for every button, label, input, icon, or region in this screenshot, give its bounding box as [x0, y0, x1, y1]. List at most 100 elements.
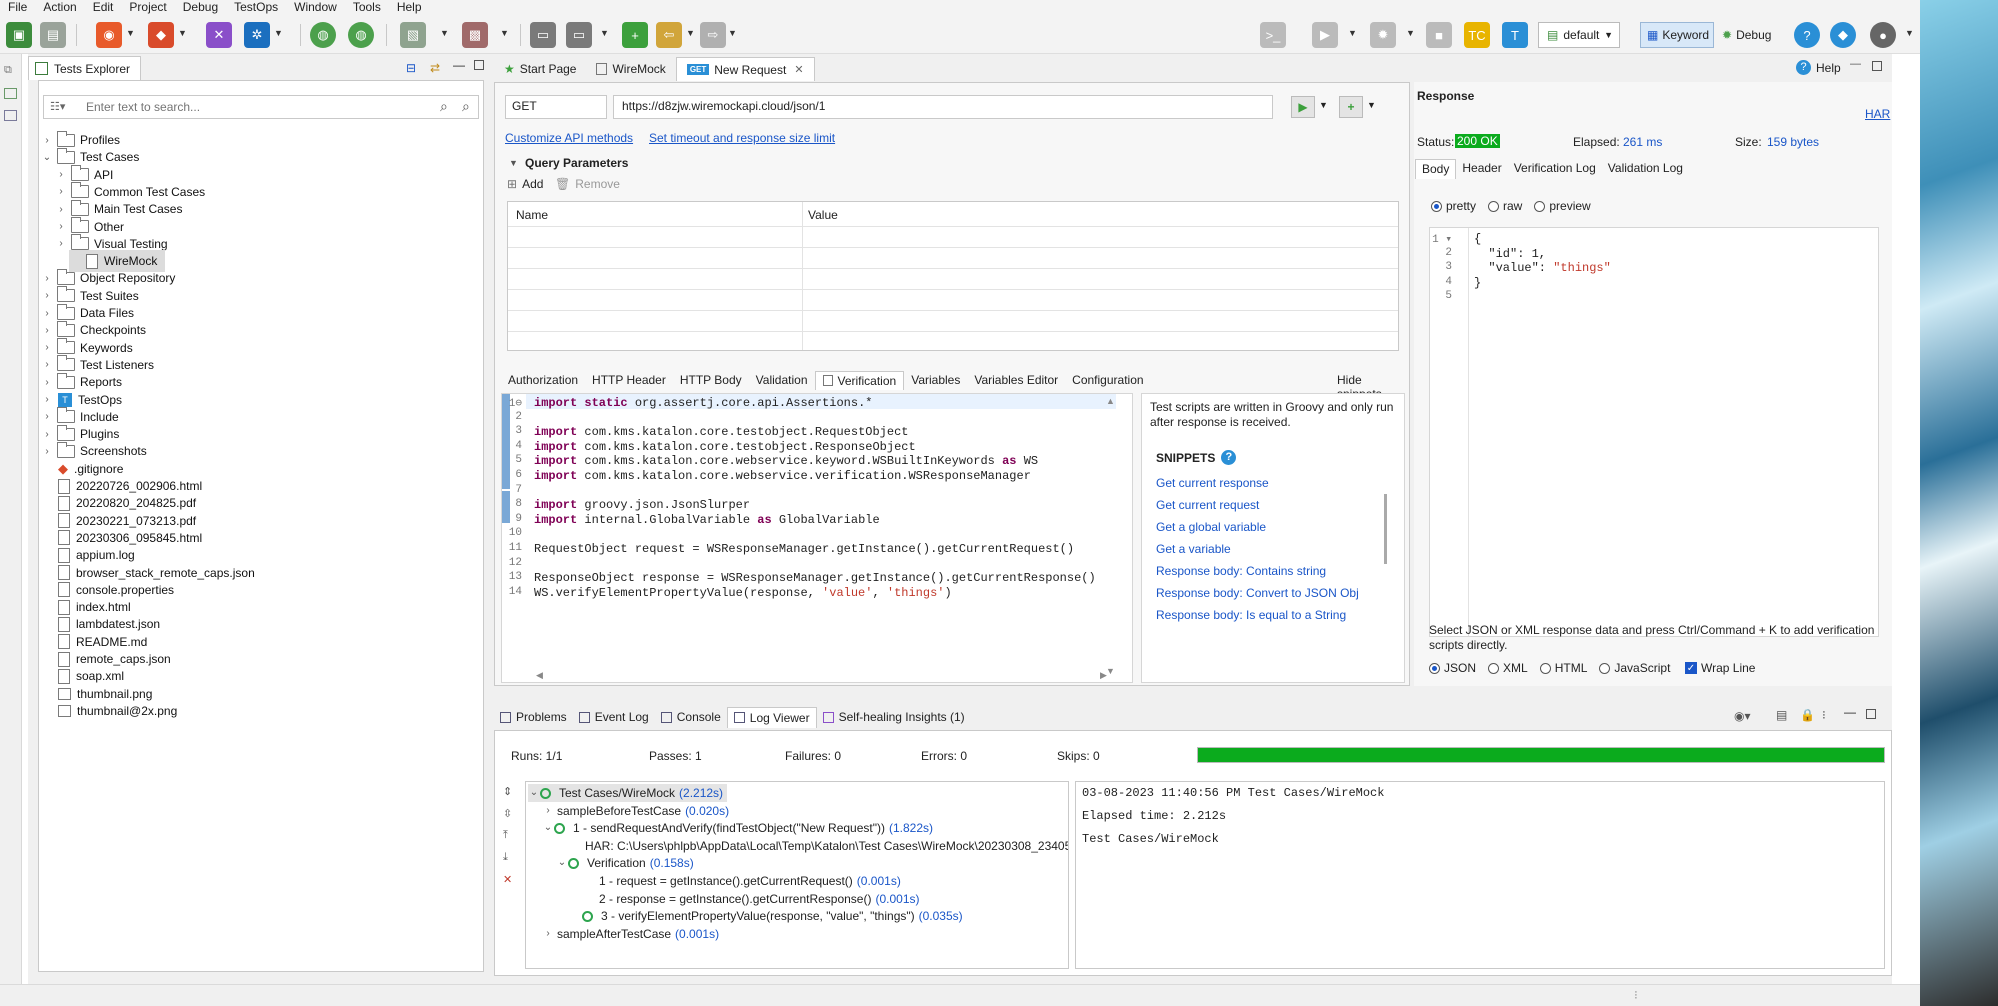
- search-icon[interactable]: ⌕: [440, 98, 448, 115]
- chevron-right-icon[interactable]: ›: [41, 135, 53, 146]
- help-icon[interactable]: ?: [1221, 450, 1237, 465]
- monitor-icon[interactable]: ▭: [530, 22, 556, 48]
- chevron-down-icon[interactable]: ▼: [728, 28, 737, 38]
- add-icon[interactable]: +: [622, 22, 648, 48]
- chevron-right-icon[interactable]: ›: [41, 273, 53, 284]
- tab-authorization[interactable]: Authorization: [501, 371, 585, 389]
- chevron-right-icon[interactable]: ›: [55, 186, 67, 197]
- query-params-table[interactable]: Name Value: [507, 201, 1399, 351]
- link-editor-icon[interactable]: ⇄: [430, 61, 440, 75]
- restore-icon[interactable]: ⧉: [4, 64, 12, 77]
- chevron-down-icon[interactable]: ▼: [686, 28, 695, 38]
- tab-log-viewer[interactable]: Log Viewer: [726, 706, 817, 728]
- view-option-preview[interactable]: preview: [1534, 199, 1591, 213]
- help-button[interactable]: ? Help: [1796, 60, 1841, 75]
- tab-problems[interactable]: Problems: [494, 707, 573, 727]
- tab-validation[interactable]: Validation: [749, 371, 815, 389]
- menu-action[interactable]: Action: [35, 0, 84, 14]
- menu-debug[interactable]: Debug: [175, 0, 226, 14]
- chevron-down-icon[interactable]: ⌄: [528, 784, 540, 802]
- minimize-icon[interactable]: —: [1844, 705, 1856, 719]
- chevron-down-icon[interactable]: ▼: [178, 28, 187, 38]
- outline-icon[interactable]: [4, 110, 17, 121]
- monitor-record-icon[interactable]: ▭: [566, 22, 592, 48]
- mobile-icon[interactable]: ✲: [244, 22, 270, 48]
- menu-window[interactable]: Window: [286, 0, 345, 14]
- debug-perspective-button[interactable]: ✹ Debug: [1718, 22, 1788, 48]
- keyword-perspective-button[interactable]: ▦ Keyword: [1640, 22, 1714, 48]
- tab-http-header[interactable]: HTTP Header: [585, 371, 673, 389]
- log-row[interactable]: HAR: C:\Users\phlpb\AppData\Local\Temp\K…: [570, 837, 1068, 855]
- spy-icon[interactable]: ✕: [206, 22, 232, 48]
- view-option-raw[interactable]: raw: [1488, 199, 1522, 213]
- remove-param-button[interactable]: 🗑 Remove: [555, 177, 620, 191]
- add-param-button[interactable]: ⊞ Add: [507, 177, 543, 191]
- testcloud-icon[interactable]: TC: [1464, 22, 1490, 48]
- format-option-javascript[interactable]: JavaScript: [1599, 661, 1670, 675]
- chevron-down-icon[interactable]: ▼: [274, 28, 283, 38]
- chevron-down-icon[interactable]: ▼: [1905, 28, 1914, 38]
- log-row[interactable]: 2 - response = getInstance().getCurrentR…: [584, 890, 920, 908]
- insights-icon[interactable]: ⁝: [1822, 708, 1826, 722]
- har-link[interactable]: HAR: [1865, 107, 1890, 121]
- minimize-icon[interactable]: —: [1850, 58, 1861, 70]
- chevron-right-icon[interactable]: ›: [542, 802, 554, 820]
- snippets-scrollbar[interactable]: [1384, 494, 1387, 564]
- chevron-right-icon[interactable]: ›: [41, 377, 53, 388]
- add-to-test-case-icon[interactable]: +: [1339, 96, 1363, 118]
- format-option-xml[interactable]: XML: [1488, 661, 1528, 675]
- menu-file[interactable]: File: [0, 0, 35, 14]
- log-row[interactable]: 3 - verifyElementPropertyValue(response,…: [570, 907, 963, 925]
- snippet-item[interactable]: Get a variable: [1156, 542, 1231, 556]
- previous-icon[interactable]: ⤒: [503, 829, 508, 842]
- response-body[interactable]: 1 ▾ {2 "id": 1, 3 "value": "things" 4} 5: [1429, 227, 1879, 637]
- log-row[interactable]: › sampleAfterTestCase (0.001s): [542, 925, 719, 943]
- format-option-html[interactable]: HTML: [1539, 661, 1587, 675]
- record-icon[interactable]: ◉: [96, 22, 122, 48]
- git-icon[interactable]: ◆: [148, 22, 174, 48]
- log-row[interactable]: › sampleBeforeTestCase (0.020s): [542, 802, 729, 820]
- tree-item[interactable]: thumbnail@2x.png: [41, 700, 177, 722]
- chevron-down-icon[interactable]: ▼: [1348, 28, 1357, 38]
- tab-self-healing-insights[interactable]: Self-healing Insights (1): [817, 707, 971, 727]
- chevron-down-icon[interactable]: ▼: [440, 28, 449, 38]
- scroll-left-icon[interactable]: ◀: [536, 670, 543, 681]
- response-tab-body[interactable]: Body: [1415, 159, 1457, 179]
- snippet-item[interactable]: Response body: Contains string: [1156, 564, 1326, 578]
- tab-variables-editor[interactable]: Variables Editor: [967, 371, 1065, 389]
- maximize-icon[interactable]: [1866, 709, 1876, 719]
- chevron-right-icon[interactable]: ›: [41, 411, 53, 422]
- collapse-icon[interactable]: ▼: [509, 158, 518, 168]
- chevron-right-icon[interactable]: ›: [41, 308, 53, 319]
- minimize-icon[interactable]: —: [453, 58, 465, 72]
- response-tab-header[interactable]: Header: [1456, 159, 1507, 179]
- maximize-icon[interactable]: [474, 60, 484, 70]
- run-icon[interactable]: ▶: [1312, 22, 1338, 48]
- tab-variables[interactable]: Variables: [904, 371, 967, 389]
- scroll-right-icon[interactable]: ▶: [1100, 670, 1107, 681]
- chevron-right-icon[interactable]: ›: [55, 204, 67, 215]
- tab-http-body[interactable]: HTTP Body: [673, 371, 749, 389]
- format-option-json[interactable]: JSON: [1429, 661, 1476, 675]
- view-option-pretty[interactable]: pretty: [1431, 199, 1476, 213]
- chevron-down-icon[interactable]: ▼: [126, 28, 135, 38]
- chevron-right-icon[interactable]: ›: [542, 925, 554, 943]
- chevron-right-icon[interactable]: ›: [41, 342, 53, 353]
- clear-failures-icon[interactable]: ✕: [503, 873, 512, 886]
- menu-tools[interactable]: Tools: [345, 0, 389, 14]
- scroll-down-icon[interactable]: ▼: [1106, 666, 1115, 676]
- expand-icon[interactable]: ⇳: [503, 807, 512, 820]
- chevron-right-icon[interactable]: ›: [41, 325, 53, 336]
- customize-api-methods-link[interactable]: Customize API methods: [505, 131, 633, 145]
- back-icon[interactable]: ⇦: [656, 22, 682, 48]
- chevron-right-icon[interactable]: ›: [41, 359, 53, 370]
- collapse-icon[interactable]: ⇕: [503, 785, 512, 798]
- explorer-icon[interactable]: [4, 88, 17, 99]
- response-tab-verification-log[interactable]: Verification Log: [1508, 159, 1602, 179]
- log-row[interactable]: ⌄ 1 - sendRequestAndVerify(findTestObject…: [542, 819, 933, 837]
- script-editor[interactable]: 1⊖ import static org.assertj.core.api.Ass…: [501, 393, 1133, 683]
- forward-icon[interactable]: ⇨: [700, 22, 726, 48]
- filter-icon[interactable]: ☷▾: [50, 100, 65, 113]
- object-icon[interactable]: ▧: [400, 22, 426, 48]
- next-icon[interactable]: ⤓: [503, 851, 508, 864]
